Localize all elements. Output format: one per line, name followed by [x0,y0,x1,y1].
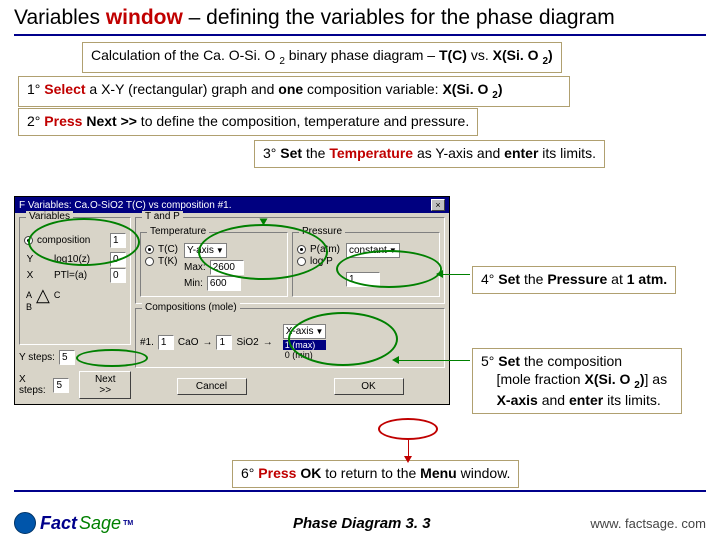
footer: FactSageTM Phase Diagram 3. 3 www. facts… [0,512,720,534]
input-pressure[interactable]: 1 [346,272,380,287]
group-tp: T and P [142,211,183,222]
highlight-ok [378,418,438,440]
dialog-titlebar: F Variables: Ca.O-SiO2 T(C) vs compositi… [15,197,449,213]
pressure-dropdown[interactable]: constant▼ [346,243,400,258]
row-composition[interactable]: composition 1 [24,233,126,248]
cancel-button[interactable]: Cancel [177,378,247,395]
next-button[interactable]: Next >> [79,371,131,399]
close-icon[interactable]: × [431,199,445,211]
comp-axis-dropdown[interactable]: X-axis▼ [283,324,327,339]
radio-tc[interactable] [145,245,154,254]
radio-composition[interactable] [24,236,33,245]
callout-step5: 5° Set the composition [mole fraction X(… [472,348,682,414]
factsage-logo: FactSageTM [14,512,133,534]
callout-step4: 4° Set the Pressure at 1 atm. [472,266,676,294]
title-divider [14,34,706,36]
input-composition[interactable]: 1 [110,233,126,248]
slide-title: Variables window – defining the variable… [0,0,720,32]
radio-tk[interactable] [145,257,154,266]
temp-axis-dropdown[interactable]: Y-axis▼ [184,243,227,258]
callout-step6: 6° Press OK to return to the Menu window… [232,460,519,488]
callout-step2: 2° Press Next >> to define the compositi… [18,108,478,136]
group-variables: Variables [26,211,73,222]
globe-icon [14,512,36,534]
radio-patm[interactable] [297,245,306,254]
footer-center-text: Phase Diagram 3. 3 [293,515,431,532]
footer-url: www. factsage. com [590,516,706,531]
footer-divider [14,490,706,492]
input-xsteps[interactable]: 5 [53,378,69,393]
variables-dialog: F Variables: Ca.O-SiO2 T(C) vs compositi… [14,196,450,405]
group-compositions: Compositions (mole) [142,302,240,313]
input-log10z[interactable]: 0 [110,252,126,267]
callout-calc: Calculation of the Ca. O-Si. O 2 binary … [82,42,562,73]
input-tmax[interactable]: 2600 [210,260,244,275]
triangle-icon: △ [36,289,50,301]
callout-step1: 1° Select a X-Y (rectangular) graph and … [18,76,570,107]
radio-logp[interactable] [297,257,306,266]
input-tmin[interactable]: 600 [207,276,241,291]
input-ptla[interactable]: 0 [110,268,126,283]
ok-button[interactable]: OK [334,378,404,395]
callout-step3: 3° Set the Temperature as Y-axis and ent… [254,140,605,168]
dialog-title: F Variables: Ca.O-SiO2 T(C) vs compositi… [19,200,231,211]
input-ysteps[interactable]: 5 [59,350,75,365]
